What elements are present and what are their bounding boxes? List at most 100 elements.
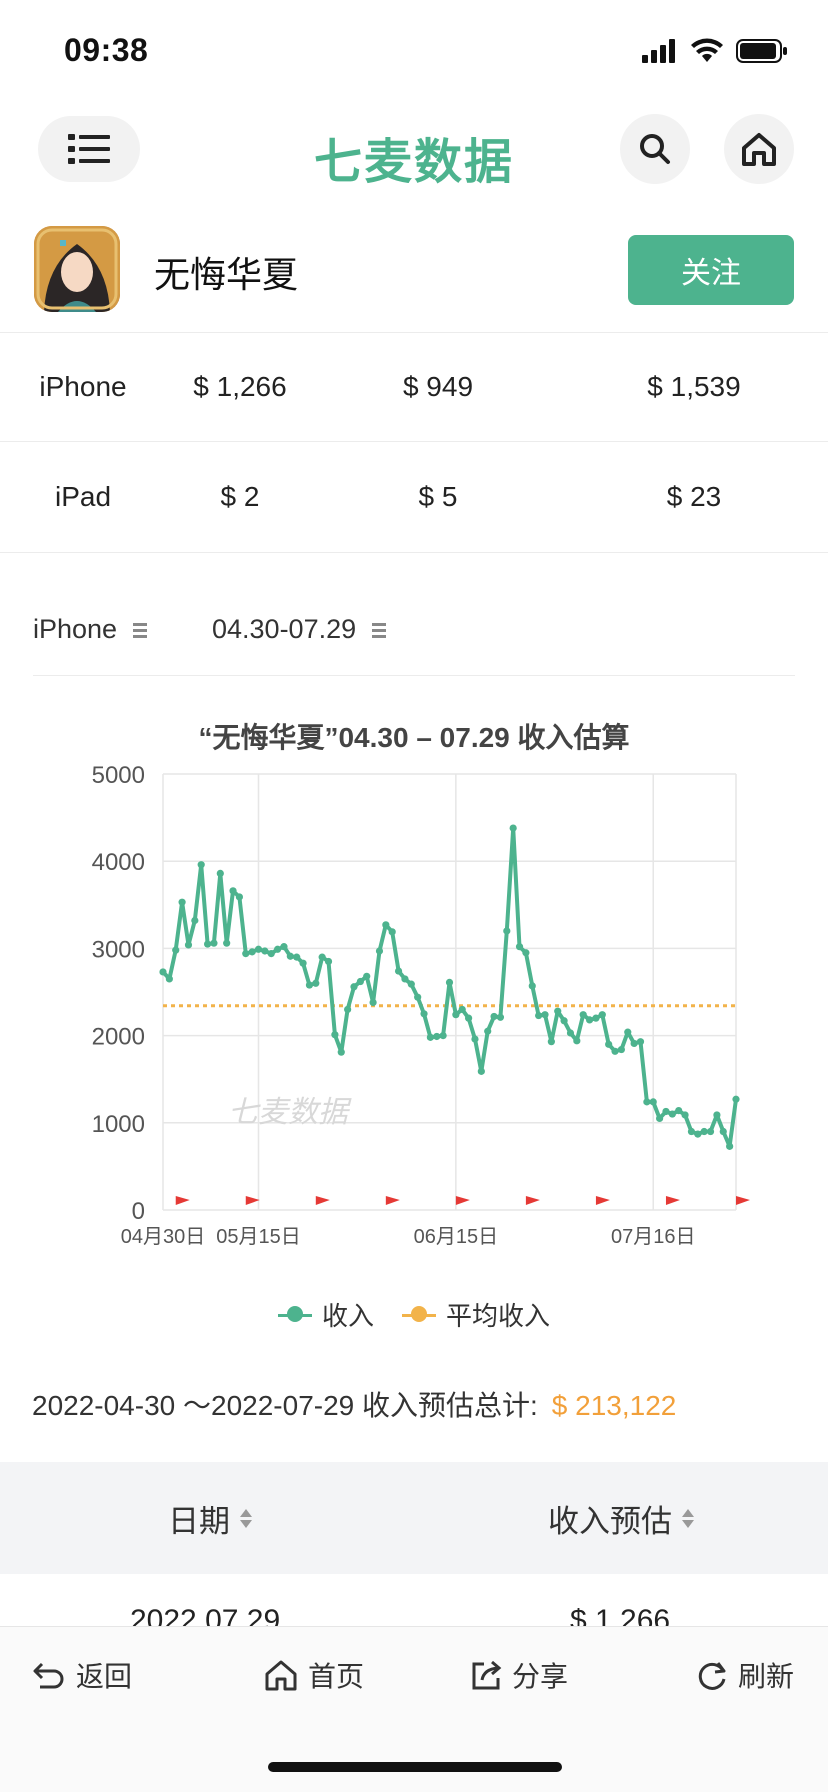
home-icon [742,133,776,166]
income-data-point [293,953,301,961]
brand-logo: 七麦数据 [313,136,514,189]
income-data-point [554,1007,562,1015]
income-data-point [394,967,403,975]
income-data-point [261,947,269,955]
income-data-point [585,1016,594,1024]
event-flag-icon [455,1196,470,1210]
follow-button[interactable]: 关注 [628,235,794,305]
event-flag-icon [525,1196,540,1210]
income-data-point [503,927,511,935]
income-data-point [477,1067,485,1075]
device-label: iPhone [39,371,127,402]
legend-income-label: 收入 [321,1301,374,1331]
battery-icon [736,39,787,63]
refresh-label: 刷新 [738,1661,795,1692]
income-data-point [426,1033,434,1041]
chart-watermark: 七麦数据 [228,1096,352,1129]
income-data-point [656,1114,664,1123]
device-filter[interactable]: iPhone [33,614,148,645]
cellular-signal-icon [642,39,675,63]
device-label: iPad [54,481,112,512]
refresh-button[interactable]: 刷新 [696,1655,794,1695]
income-data-point [267,950,275,958]
sort-icon [240,1508,252,1528]
app-name: 无悔华夏 [154,254,299,295]
income-data-point [242,950,250,958]
chart-legend: 收入 平均收入 [0,1296,828,1333]
income-data-point [630,1039,638,1048]
legend-item-income[interactable]: 收入 [277,1296,374,1333]
income-data-point [535,1011,543,1020]
income-data-point [312,979,320,987]
refresh-icon [698,1662,726,1690]
y-tick-label: 1000 [92,1111,145,1138]
filter-menu-icon [372,622,387,638]
income-data-point [694,1130,702,1138]
income-data-point [235,893,243,901]
revenue-line-chart: 0 1000 2000 3000 4000 5000 04月30日 05月15日 06月15日 0… [92,762,750,1248]
income-data-point [445,978,454,987]
date-range-filter[interactable]: 04.30-07.29 [212,614,387,645]
search-button[interactable] [620,114,690,184]
income-data-point [541,1011,549,1019]
income-data-point [331,1031,339,1039]
back-button[interactable]: 返回 [32,1655,132,1695]
column-header-date[interactable]: 日期 [168,1462,252,1574]
income-data-point [643,1098,651,1106]
income-data-point [363,972,371,980]
income-data-point [248,948,256,956]
income-data-point [617,1045,626,1054]
income-data-point [172,946,180,954]
x-tick-label: 05月15日 [216,1226,301,1248]
income-data-point [624,1028,632,1036]
back-label: 返回 [76,1661,133,1692]
nav-bar: 七麦数据 [0,112,828,189]
event-flag-icon [245,1196,260,1210]
date-range-label: 04.30-07.29 [212,614,357,644]
income-data-point [484,1027,492,1035]
income-data-point [490,1012,498,1021]
income-data-point [713,1111,721,1119]
income-data-point [719,1127,727,1136]
income-data-point [560,1017,568,1025]
home-button[interactable] [724,114,794,184]
income-data-point [401,975,409,983]
app-header: 无悔华夏 关注 [0,224,828,316]
column-header-label: 收入预估 [548,1503,672,1539]
income-data-point [375,947,384,955]
wifi-icon [691,38,723,62]
device-row-ipad: iPad $ 2 $ 5 $ 23 [0,442,828,552]
income-data-point [433,1032,441,1041]
column-header-revenue[interactable]: 收入预估 [548,1462,694,1574]
y-tick-label: 2000 [92,1024,145,1051]
home-icon [265,1660,297,1691]
device-value: $ 5 [418,481,458,512]
share-button[interactable]: 分享 [470,1655,568,1695]
home-tab-button[interactable]: 首页 [264,1655,364,1695]
income-data-point [706,1127,715,1136]
income-data-point [299,959,307,967]
income-data-point [407,980,415,988]
income-data-point [414,993,422,1001]
status-icons [642,38,788,64]
income-data-point [592,1014,600,1022]
income-data-point [726,1142,734,1150]
income-data-point [439,1032,447,1040]
income-data-point [605,1040,613,1048]
device-filter-label: iPhone [33,614,118,644]
income-data-point [687,1127,696,1136]
home-indicator [268,1762,562,1772]
app-icon [34,226,120,312]
table-header: 日期 收入预估 [0,1462,828,1574]
income-data-point [184,941,193,949]
income-data-point [324,957,333,966]
home-tab-label: 首页 [308,1661,365,1692]
divider [0,552,828,553]
income-data-point [223,939,231,947]
income-data-point [465,1014,473,1022]
event-flag-icon [736,1196,750,1210]
app-icon-artwork [34,226,120,312]
income-data-point [509,824,517,832]
income-data-point [178,898,186,906]
legend-item-avg-income[interactable]: 平均收入 [402,1296,550,1333]
